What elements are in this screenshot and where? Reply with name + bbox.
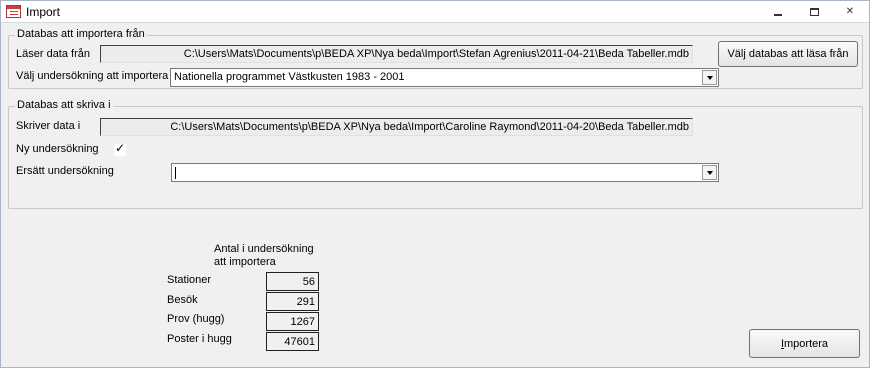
stats-header-line1: Antal i undersökning [214, 243, 314, 255]
maximize-icon [809, 8, 819, 16]
select-survey-label: Välj undersökning att importera [16, 70, 169, 82]
stats-header-line2: att importera [214, 256, 276, 268]
new-survey-checkbox[interactable] [114, 141, 126, 156]
chevron-down-icon[interactable] [702, 70, 717, 85]
read-path-field: C:\Users\Mats\Documents\p\BEDA XP\Nya be… [100, 45, 693, 63]
write-path-field: C:\Users\Mats\Documents\p\BEDA XP\Nya be… [100, 118, 693, 136]
minimize-button[interactable] [769, 4, 787, 19]
replace-survey-dropdown[interactable] [171, 163, 719, 182]
new-survey-label: Ny undersökning [16, 143, 99, 155]
chevron-down-icon[interactable] [702, 165, 717, 180]
form-icon [6, 5, 21, 18]
window-title: Import [26, 5, 61, 19]
read-data-label: Läser data från [16, 48, 90, 60]
maximize-button[interactable] [805, 4, 823, 19]
select-survey-value: Nationella programmet Västkusten 1983 - … [174, 71, 405, 83]
stat-value-records: 47601 [266, 332, 319, 351]
stat-label-visits: Besök [167, 294, 198, 306]
close-button[interactable]: ✕ [841, 4, 859, 19]
choose-database-label: Välj databas att läsa från [727, 48, 849, 60]
stat-label-stations: Stationer [167, 274, 212, 286]
import-button-label: Importera [780, 338, 829, 350]
write-target-group-title: Databas att skriva i [15, 99, 113, 111]
minimize-icon [774, 14, 782, 16]
stat-label-records: Poster i hugg [167, 333, 232, 345]
title-bar: Import ✕ [1, 1, 869, 23]
import-button[interactable]: Importera [749, 329, 860, 358]
replace-survey-label: Ersätt undersökning [16, 165, 114, 177]
stat-value-visits: 291 [266, 292, 319, 311]
import-source-group-title: Databas att importera från [15, 28, 147, 40]
stat-value-samples: 1267 [266, 312, 319, 331]
stat-value-stations: 56 [266, 272, 319, 291]
select-survey-dropdown[interactable]: Nationella programmet Västkusten 1983 - … [170, 68, 719, 87]
close-icon: ✕ [845, 6, 855, 17]
stat-label-samples: Prov (hugg) [167, 313, 225, 325]
text-caret [175, 167, 176, 179]
stats-header: Antal i undersökning att importera [214, 243, 314, 269]
choose-database-button[interactable]: Välj databas att läsa från [718, 41, 858, 67]
write-data-label: Skriver data i [16, 120, 81, 132]
import-window: Import ✕ Databas att importera från Läse… [0, 0, 870, 368]
